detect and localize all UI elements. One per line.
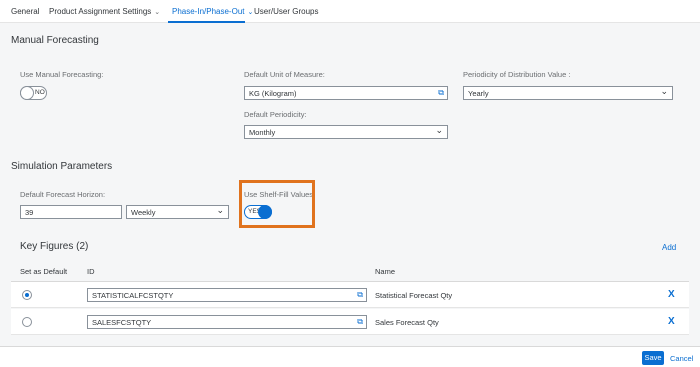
- delete-row-icon[interactable]: X: [668, 289, 675, 300]
- tab-general-label: General: [11, 7, 40, 16]
- active-tab-indicator: [168, 21, 245, 23]
- chevron-down-icon: ⌄: [216, 205, 224, 215]
- tab-general[interactable]: General: [11, 7, 39, 16]
- use-manual-forecasting-label: Use Manual Forecasting:: [20, 70, 104, 79]
- tab-phase-in-label: Phase-In/Phase-Out: [172, 7, 245, 16]
- default-periodicity-value: Monthly: [249, 128, 276, 137]
- toggle-knob: [20, 86, 34, 100]
- toggle-state-text: NO: [35, 89, 45, 96]
- set-as-default-radio[interactable]: [22, 317, 32, 327]
- table-row: SALESFCSTQTY ⧉ Sales Forecast Qty X: [11, 309, 689, 335]
- use-manual-forecasting-toggle[interactable]: NO: [20, 86, 47, 100]
- cancel-button[interactable]: Cancel: [670, 354, 693, 363]
- column-header-id: ID: [87, 267, 95, 276]
- distribution-periodicity-value: Yearly: [468, 89, 489, 98]
- value-help-icon[interactable]: ⧉: [438, 88, 444, 97]
- key-figure-name: Sales Forecast Qty: [375, 318, 439, 327]
- tab-bar: General Product Assignment Settings ⌄ Pha…: [0, 0, 700, 23]
- default-periodicity-select[interactable]: Monthly ⌄: [244, 125, 448, 139]
- simulation-parameters-title: Simulation Parameters: [11, 161, 113, 172]
- chevron-down-icon: ⌄: [435, 125, 443, 135]
- add-key-figure-link[interactable]: Add: [662, 243, 676, 252]
- tab-product-assignment-label: Product Assignment Settings: [49, 7, 152, 16]
- table-row: STATISTICALFCSTQTY ⧉ Statistical Forecas…: [11, 282, 689, 308]
- default-forecast-horizon-label: Default Forecast Horizon:: [20, 190, 106, 199]
- default-uom-field[interactable]: KG (Kilogram) ⧉: [244, 86, 448, 100]
- footer-toolbar: Save Cancel: [0, 346, 700, 367]
- manual-forecasting-title: Manual Forecasting: [11, 35, 99, 46]
- table-header: Set as Default ID Name: [11, 260, 689, 282]
- forecast-horizon-value: 39: [25, 208, 34, 217]
- key-figure-id-input[interactable]: STATISTICALFCSTQTY ⧉: [87, 288, 367, 302]
- default-periodicity-label: Default Periodicity:: [244, 110, 307, 119]
- chevron-down-icon: ⌄: [154, 9, 161, 16]
- key-figure-id-input[interactable]: SALESFCSTQTY ⧉: [87, 315, 367, 329]
- key-figure-name: Statistical Forecast Qty: [375, 291, 453, 300]
- key-figure-id-value: SALESFCSTQTY: [92, 318, 152, 327]
- chevron-down-icon: ⌄: [660, 86, 668, 96]
- column-header-set-as-default: Set as Default: [20, 267, 68, 276]
- chevron-down-icon: ⌄: [247, 9, 254, 16]
- default-uom-label: Default Unit of Measure:: [244, 70, 325, 79]
- distribution-periodicity-label: Periodicity of Distribution Value :: [463, 70, 571, 79]
- key-figures-title: Key Figures (2): [20, 241, 89, 252]
- tab-user-groups-label: User/User Groups: [254, 7, 319, 16]
- default-uom-value: KG (Kilogram): [249, 89, 297, 98]
- save-button[interactable]: Save: [642, 351, 664, 365]
- value-help-icon[interactable]: ⧉: [357, 290, 363, 299]
- delete-row-icon[interactable]: X: [668, 316, 675, 327]
- column-header-name: Name: [375, 267, 396, 276]
- tab-phase-in-phase-out[interactable]: Phase-In/Phase-Out ⌄: [172, 7, 253, 16]
- tab-user-user-groups[interactable]: User/User Groups: [254, 7, 318, 16]
- distribution-periodicity-select[interactable]: Yearly ⌄: [463, 86, 673, 100]
- forecast-horizon-unit-select[interactable]: Weekly ⌄: [126, 205, 229, 219]
- value-help-icon[interactable]: ⧉: [357, 317, 363, 326]
- forecast-horizon-input[interactable]: 39: [20, 205, 122, 219]
- shelf-fill-highlight-box: [239, 180, 315, 228]
- tab-product-assignment-settings[interactable]: Product Assignment Settings ⌄: [49, 7, 160, 16]
- key-figure-id-value: STATISTICALFCSTQTY: [92, 291, 174, 300]
- forecast-horizon-unit-value: Weekly: [131, 208, 156, 217]
- set-as-default-radio[interactable]: [22, 290, 32, 300]
